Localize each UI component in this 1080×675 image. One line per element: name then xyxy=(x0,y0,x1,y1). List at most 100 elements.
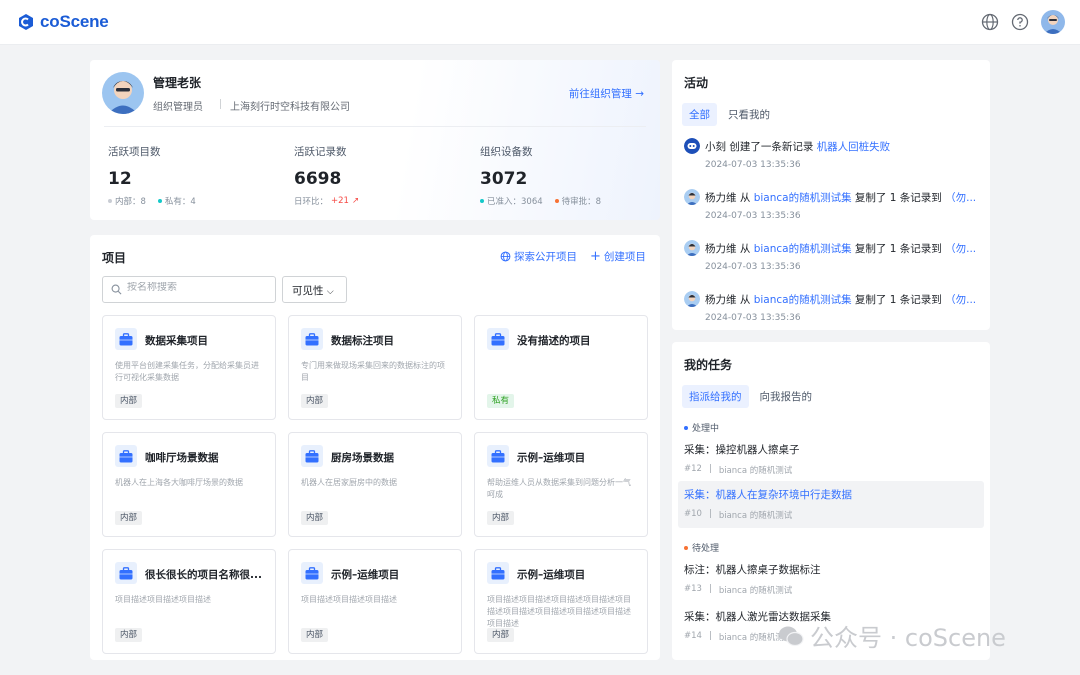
tab-all[interactable]: 全部 xyxy=(682,103,717,126)
project-card[interactable]: 数据标注项目 专门用来做现场采集回来的数据标注的项目 内部 xyxy=(288,315,462,420)
tab-mine[interactable]: 只看我的 xyxy=(721,103,777,126)
group-label: 待处理 xyxy=(692,544,720,554)
stat-label: 组织设备数 xyxy=(480,146,533,158)
org-manage-link[interactable]: 前往组织管理 → xyxy=(569,86,644,101)
activity-title: 活动 xyxy=(684,76,709,90)
task-id: #14 xyxy=(684,631,702,641)
task-item[interactable]: 标注：机器人擦桌子数据标注 #13 | bianca 的随机测试 xyxy=(678,556,984,603)
activity-link[interactable]: bianca的随机测试集 xyxy=(754,292,852,307)
project-card[interactable]: 示例–运维项目 项目描述项目描述项目描述项目描述项目描述项目描述项目描述项目描述项… xyxy=(474,549,648,654)
in-progress-dot-icon xyxy=(684,425,688,430)
visibility-tag: 内部 xyxy=(487,628,515,642)
activity-user[interactable]: 杨力维 xyxy=(705,292,737,307)
create-label: 创建项目 xyxy=(603,251,646,263)
stat-sub: 已准入：3064 xyxy=(487,197,543,207)
user-avatar-icon xyxy=(684,240,700,256)
tasks-title: 我的任务 xyxy=(684,358,733,372)
activity-link[interactable]: bianca的随机测试集 xyxy=(754,190,852,205)
activity-item: 杨力维 从 bianca的随机测试集 复制了 1 条记录到 （勿... 2024-… xyxy=(684,291,984,323)
briefcase-icon xyxy=(487,328,509,350)
project-card[interactable]: 没有描述的项目 私有 xyxy=(474,315,648,420)
task-title: 采集：操控机器人擦桌子 xyxy=(684,444,800,456)
wechat-icon xyxy=(779,626,804,646)
logo[interactable]: coScene xyxy=(17,12,109,32)
project-desc: 机器人在上海各大咖啡厅场景的数据 xyxy=(115,478,243,487)
divider xyxy=(104,126,646,127)
project-title: 示例–运维项目 xyxy=(517,452,586,464)
project-desc: 使用平台创建采集任务，分配给采集员进行可视化采集数据 xyxy=(115,361,259,382)
briefcase-icon xyxy=(115,445,137,467)
activity-time: 2024-07-03 13:35:36 xyxy=(705,313,801,323)
search-field[interactable] xyxy=(102,276,276,303)
activity-text: 复制了 1 条记录到 xyxy=(851,191,946,204)
activity-text: 复制了 1 条记录到 xyxy=(851,242,946,255)
org-manage-label: 前往组织管理 xyxy=(568,88,632,100)
stat-value: 3072 xyxy=(480,169,528,189)
project-card[interactable]: 很长很长的项目名称很... 项目描述项目描述项目描述 内部 xyxy=(102,549,276,654)
explore-label: 探索公开项目 xyxy=(514,251,577,263)
activity-item: 杨力维 从 bianca的随机测试集 复制了 1 条记录到 （勿... 2024-… xyxy=(684,189,984,221)
task-id: #13 xyxy=(684,584,702,594)
briefcase-icon xyxy=(115,328,137,350)
projects-card: 项目 探索公开项目 + 创建项目 可见性 ⌵ 数据采集项目使用平台创建采集任务，… xyxy=(90,235,660,660)
project-card[interactable]: 厨房场景数据 机器人在居家厨房中的数据 内部 xyxy=(288,432,462,537)
task-project: bianca 的随机测试 xyxy=(718,466,793,476)
help-icon[interactable] xyxy=(1010,12,1030,32)
task-item[interactable]: 采集：操控机器人擦桌子 #12 | bianca 的随机测试 xyxy=(678,436,984,483)
project-card[interactable]: 示例–运维项目 项目描述项目描述项目描述 内部 xyxy=(288,549,462,654)
trend-up-icon: ↗ xyxy=(351,196,360,206)
coscene-logo-icon xyxy=(19,14,33,30)
stat-sub: 私有：4 xyxy=(164,197,196,207)
user-avatar[interactable] xyxy=(1041,10,1065,34)
project-title: 示例–运维项目 xyxy=(517,569,586,581)
briefcase-icon xyxy=(487,562,509,584)
activity-link[interactable]: 机器人回桩失败 xyxy=(817,139,891,154)
project-title: 很长很长的项目名称很... xyxy=(145,569,262,581)
task-title: 标注：机器人擦桌子数据标注 xyxy=(684,564,821,576)
briefcase-icon xyxy=(487,445,509,467)
project-card[interactable]: 示例–运维项目 帮助运维人员从数据采集到问题分析一气呵成 内部 xyxy=(474,432,648,537)
visibility-tag: 内部 xyxy=(115,394,143,408)
briefcase-icon xyxy=(301,328,323,350)
activity-text: 从 xyxy=(736,191,754,204)
task-project: bianca 的随机测试 xyxy=(718,586,793,596)
activity-target-link[interactable]: （勿... xyxy=(945,190,976,205)
project-title: 没有描述的项目 xyxy=(517,335,591,347)
activity-text: 从 xyxy=(736,242,754,255)
tab-assigned-to-me[interactable]: 指派给我的 xyxy=(682,385,749,408)
activity-item: 杨力维 从 bianca的随机测试集 复制了 1 条记录到 （勿... 2024-… xyxy=(684,240,984,272)
stat-value: 12 xyxy=(108,169,132,189)
activity-user[interactable]: 杨力维 xyxy=(705,190,737,205)
project-title: 示例–运维项目 xyxy=(331,569,400,581)
globe-icon[interactable] xyxy=(980,12,1000,32)
task-item[interactable]: 采集：机器人在复杂环境中行走数据 #10 | bianca 的随机测试 xyxy=(678,481,984,528)
profile-card: 管理老张 组织管理员 上海刻行时空科技有限公司 前往组织管理 → 活跃项目数 1… xyxy=(90,60,660,220)
activity-target-link[interactable]: （勿... xyxy=(945,292,976,307)
activity-link[interactable]: bianca的随机测试集 xyxy=(754,241,852,256)
stat-active-records: 活跃记录数 6698 日环比： +21 ↗ xyxy=(294,144,359,207)
activity-time: 2024-07-03 13:35:36 xyxy=(705,262,801,272)
activity-user[interactable]: 杨力维 xyxy=(705,241,737,256)
visibility-tag: 内部 xyxy=(301,628,329,642)
visibility-label: 可见性 xyxy=(292,285,324,297)
activity-item: 小刻 创建了一条新记录 机器人回桩失败 2024-07-03 13:35:36 xyxy=(684,138,984,170)
group-in-progress: 处理中 xyxy=(684,421,719,434)
project-card[interactable]: 咖啡厅场景数据 机器人在上海各大咖啡厅场景的数据 内部 xyxy=(102,432,276,537)
plus-icon: + xyxy=(590,249,601,264)
stat-active-projects: 活跃项目数 12 内部：8 私有：4 xyxy=(108,144,196,207)
activity-user[interactable]: 小刻 xyxy=(705,139,726,154)
create-project-button[interactable]: + 创建项目 xyxy=(590,249,646,264)
search-input[interactable] xyxy=(127,282,267,293)
visibility-select[interactable]: 可见性 ⌵ xyxy=(282,276,347,303)
internal-dot-icon xyxy=(108,199,112,203)
chevron-down-icon: ⌵ xyxy=(326,287,334,297)
activity-text: 从 xyxy=(736,293,754,306)
stat-label: 活跃项目数 xyxy=(108,146,161,158)
activity-target-link[interactable]: （勿... xyxy=(945,241,976,256)
profile-avatar xyxy=(102,72,144,114)
project-card[interactable]: 数据采集项目 使用平台创建采集任务，分配给采集员进行可视化采集数据 内部 xyxy=(102,315,276,420)
visibility-tag: 内部 xyxy=(487,511,515,525)
explore-public-button[interactable]: 探索公开项目 xyxy=(500,249,577,264)
tab-reported-to-me[interactable]: 向我报告的 xyxy=(753,385,820,408)
user-avatar-icon xyxy=(684,189,700,205)
